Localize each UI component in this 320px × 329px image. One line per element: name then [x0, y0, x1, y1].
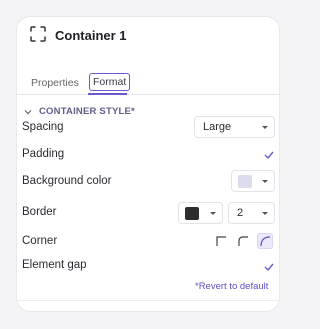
- border-color-picker[interactable]: [178, 202, 223, 224]
- section-header-container-style[interactable]: CONTAINER STYLE*: [23, 106, 135, 117]
- padding-label: Padding: [22, 148, 65, 160]
- caret-down-icon: [262, 212, 268, 215]
- border-label: Border: [22, 206, 57, 218]
- corner-square-button[interactable]: [213, 233, 229, 249]
- panel-header: Container 1: [17, 17, 279, 55]
- border-width-value: 2: [237, 207, 244, 219]
- caret-down-icon: [262, 180, 268, 183]
- tab-bar: Properties Format: [17, 55, 279, 95]
- element-gap-label: Element gap: [22, 259, 87, 271]
- caret-down-icon: [210, 212, 216, 215]
- spacing-select[interactable]: Large: [194, 116, 275, 138]
- caret-down-icon: [262, 126, 268, 129]
- corner-small-radius-icon: [238, 236, 248, 246]
- frame-icon: [30, 26, 46, 42]
- revert-to-default-link[interactable]: *Revert to default: [195, 281, 268, 292]
- corner-large-radius-button[interactable]: [257, 233, 273, 249]
- border-width-select[interactable]: 2: [228, 202, 275, 224]
- spacing-value: Large: [203, 121, 232, 133]
- tab-properties[interactable]: Properties: [31, 77, 79, 89]
- background-color-label: Background color: [22, 175, 112, 187]
- element-gap-checkbox[interactable]: [264, 263, 274, 271]
- active-tab-indicator: [88, 93, 127, 95]
- corner-square-icon: [216, 236, 226, 246]
- format-panel: Container 1 Properties Format CONTAINER …: [16, 16, 280, 312]
- color-swatch: [238, 175, 252, 188]
- section-title: CONTAINER STYLE*: [39, 106, 135, 117]
- divider: [17, 300, 279, 301]
- corner-large-radius-icon: [260, 236, 271, 247]
- panel-title: Container 1: [55, 28, 127, 43]
- corner-label: Corner: [22, 235, 58, 247]
- chevron-down-icon: [24, 109, 32, 114]
- corner-small-radius-button[interactable]: [235, 233, 251, 249]
- spacing-label: Spacing: [22, 121, 64, 133]
- padding-checkbox[interactable]: [264, 151, 274, 159]
- background-color-picker[interactable]: [231, 170, 275, 192]
- color-swatch: [185, 207, 199, 220]
- tab-format[interactable]: Format: [89, 73, 131, 91]
